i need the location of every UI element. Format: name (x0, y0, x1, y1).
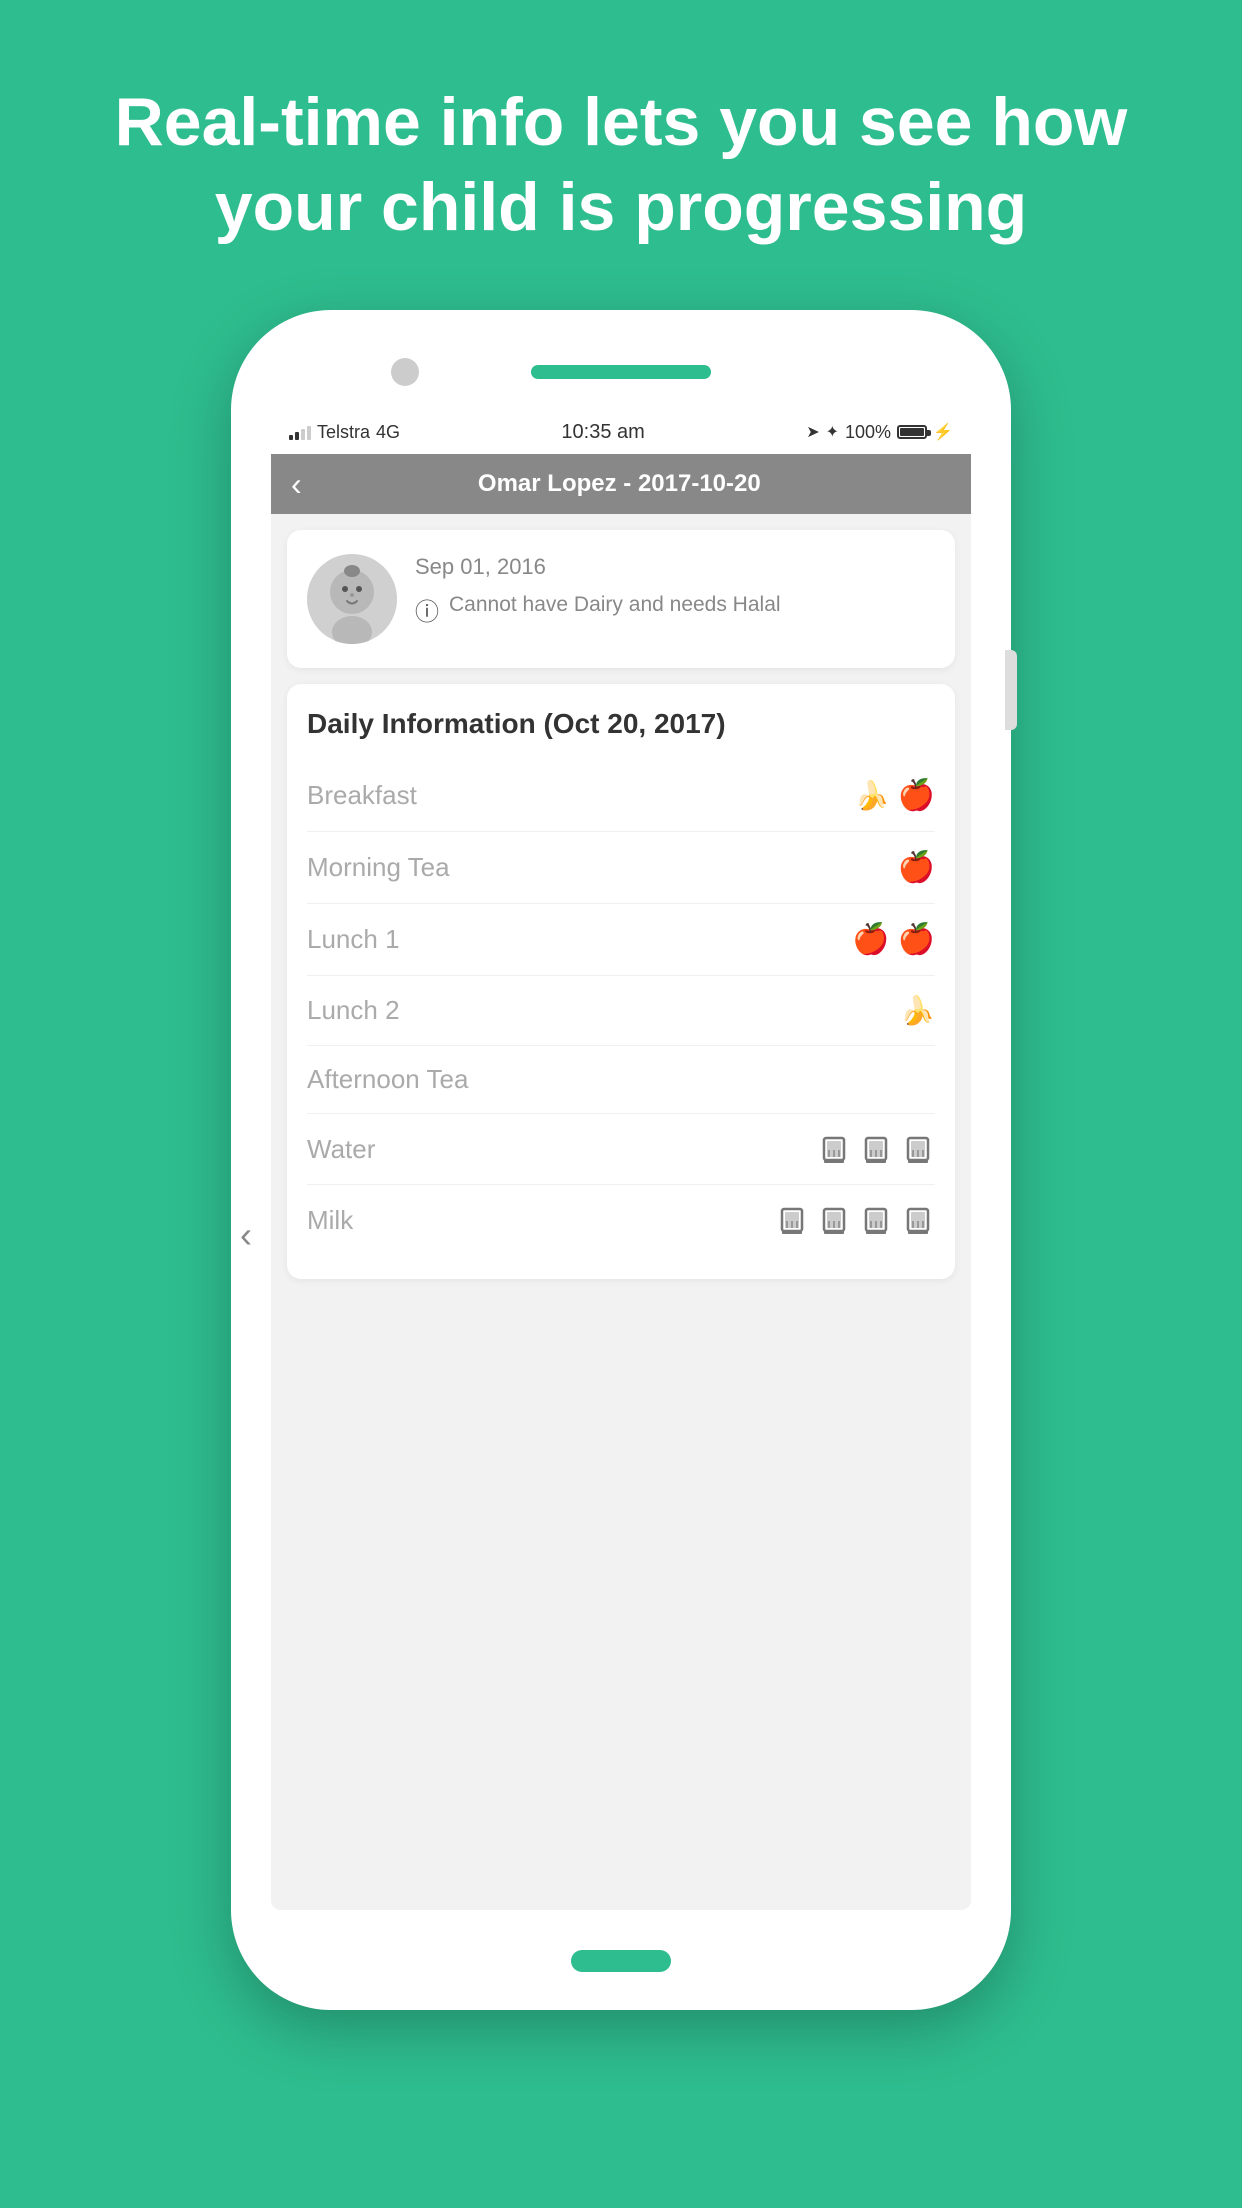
meal-label-afternoon-tea: Afternoon Tea (307, 1064, 468, 1095)
meal-label-morning-tea: Morning Tea (307, 852, 450, 883)
carrier-label: Telstra (317, 422, 370, 443)
phone-speaker (531, 365, 711, 379)
meal-row-afternoon-tea: Afternoon Tea (307, 1046, 935, 1114)
network-label: 4G (376, 422, 400, 443)
apple-icon: 🍎 (898, 850, 935, 885)
cup-icon-m3 (859, 1203, 893, 1237)
meal-label-milk: Milk (307, 1205, 353, 1236)
charging-icon: ⚡ (933, 422, 953, 442)
meal-label-water: Water (307, 1134, 375, 1165)
battery-icon (897, 425, 927, 439)
apple-icon: 🍎 (852, 922, 889, 957)
meal-row-lunch2: Lunch 2 🍌 (307, 976, 935, 1046)
meal-row-milk: Milk (307, 1185, 935, 1255)
daily-section: Daily Information (Oct 20, 2017) Breakfa… (287, 684, 955, 1279)
meal-icons-water (817, 1132, 935, 1166)
phone-camera (391, 358, 419, 386)
headline: Real-time info lets you see how your chi… (0, 0, 1242, 310)
phone-side-button (1005, 650, 1017, 730)
avatar (307, 554, 397, 644)
meal-row-lunch1: Lunch 1 🍎 🍎 (307, 904, 935, 976)
meal-icons-morning-tea: 🍎 (898, 850, 935, 885)
phone-screen: Telstra 4G 10:35 am ➤ ✦ 100% ⚡ ‹ Omar Lo… (271, 410, 971, 1910)
status-time: 10:35 am (561, 421, 644, 444)
profile-card: Sep 01, 2016 ⓘ Cannot have Dairy and nee… (287, 530, 955, 668)
apple-icon-2: 🍎 (898, 922, 935, 957)
cup-icon-3 (901, 1132, 935, 1166)
profile-info: Sep 01, 2016 ⓘ Cannot have Dairy and nee… (415, 554, 935, 627)
phone-mockup: Telstra 4G 10:35 am ➤ ✦ 100% ⚡ ‹ Omar Lo… (231, 310, 1011, 2010)
cup-icon-1 (817, 1132, 851, 1166)
profile-dob: Sep 01, 2016 (415, 554, 935, 580)
bluetooth-icon: ✦ (826, 422, 839, 442)
cup-icon-m2 (817, 1203, 851, 1237)
signal-bars-icon (289, 424, 311, 440)
alert-text: Cannot have Dairy and needs Halal (449, 590, 781, 619)
status-left: Telstra 4G (289, 422, 400, 443)
meal-icons-breakfast: 🍌 🍎 (855, 778, 935, 813)
cup-icon-2 (859, 1132, 893, 1166)
back-button[interactable]: ‹ (291, 466, 302, 503)
status-right: ➤ ✦ 100% ⚡ (806, 422, 953, 443)
meal-icons-lunch2: 🍌 (900, 994, 935, 1027)
status-bar: Telstra 4G 10:35 am ➤ ✦ 100% ⚡ (271, 410, 971, 454)
meal-icons-milk (775, 1203, 935, 1237)
scroll-back-indicator: ‹ (231, 1210, 261, 1260)
meal-row-breakfast: Breakfast 🍌 🍎 (307, 760, 935, 832)
apple-icon: 🍎 (898, 778, 935, 813)
meal-label-lunch2: Lunch 2 (307, 995, 400, 1026)
pear-icon: 🍌 (855, 779, 890, 812)
cup-icon-m1 (775, 1203, 809, 1237)
profile-alert: ⓘ Cannot have Dairy and needs Halal (415, 590, 935, 627)
meal-row-morning-tea: Morning Tea 🍎 (307, 832, 935, 904)
nav-title: Omar Lopez - 2017-10-20 (318, 470, 951, 498)
location-icon: ➤ (806, 422, 819, 442)
cup-icon-m4 (901, 1203, 935, 1237)
meal-row-water: Water (307, 1114, 935, 1185)
nav-bar: ‹ Omar Lopez - 2017-10-20 (271, 454, 971, 514)
battery-percentage: 100% (845, 422, 891, 443)
meal-icons-lunch1: 🍎 🍎 (852, 922, 935, 957)
daily-title: Daily Information (Oct 20, 2017) (307, 708, 935, 740)
pear-icon: 🍌 (900, 994, 935, 1027)
phone-home (571, 1950, 671, 1972)
meal-label-breakfast: Breakfast (307, 780, 417, 811)
meal-label-lunch1: Lunch 1 (307, 924, 400, 955)
content-area: Sep 01, 2016 ⓘ Cannot have Dairy and nee… (271, 514, 971, 1910)
alert-icon: ⓘ (415, 592, 439, 627)
